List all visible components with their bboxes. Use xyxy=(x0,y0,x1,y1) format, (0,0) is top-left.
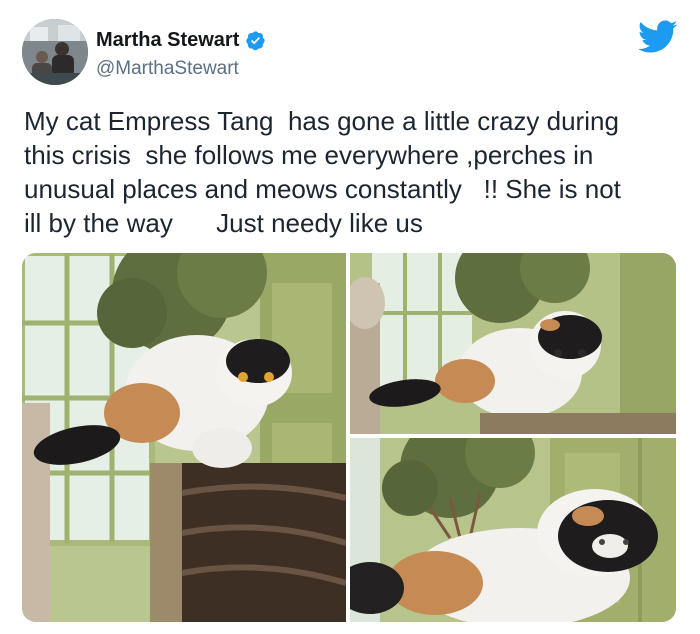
avatar[interactable] xyxy=(22,19,88,85)
photo-cat-on-post-closeup-image xyxy=(350,253,676,434)
tweet-text: My cat Empress Tang has gone a little cr… xyxy=(24,106,621,238)
photo-cat-near-plant[interactable] xyxy=(350,438,676,622)
photo-cat-on-post-closeup[interactable] xyxy=(350,253,676,434)
twitter-bird-icon[interactable] xyxy=(638,20,678,54)
tweet-media-grid xyxy=(22,253,676,622)
verified-badge-icon xyxy=(246,31,266,51)
tweet-card: Martha Stewart @MarthaStewart My cat Emp… xyxy=(0,0,700,634)
avatar-image xyxy=(22,19,88,85)
photo-cat-on-post-image xyxy=(22,253,346,622)
photo-cat-near-plant-image xyxy=(350,438,676,622)
photo-cat-on-post[interactable] xyxy=(22,253,346,622)
author-name-row[interactable]: Martha Stewart xyxy=(96,29,266,52)
author-handle[interactable]: @MarthaStewart xyxy=(96,58,239,80)
author-display-name[interactable]: Martha Stewart xyxy=(96,29,239,52)
